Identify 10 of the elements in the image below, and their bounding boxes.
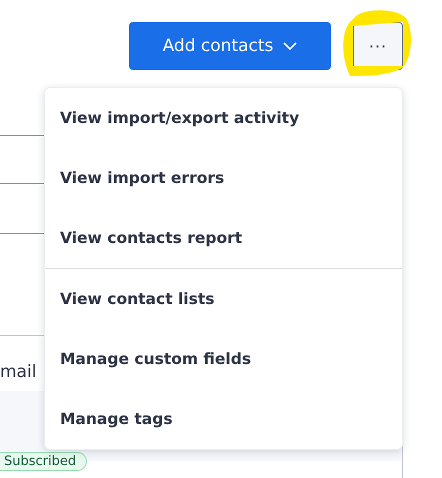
chevron-down-icon bbox=[283, 42, 298, 50]
menu-item[interactable]: View contacts report bbox=[45, 208, 402, 268]
menu-item[interactable]: View import/export activity bbox=[45, 88, 402, 148]
menu-item[interactable]: Manage custom fields bbox=[45, 329, 402, 389]
menu-item[interactable]: View contact lists bbox=[45, 269, 402, 329]
menu-item[interactable]: View import errors bbox=[45, 148, 402, 208]
menu-item[interactable]: Manage tags bbox=[45, 389, 402, 449]
status-badge: Subscribed bbox=[0, 452, 88, 471]
add-contacts-button[interactable]: Add contacts bbox=[129, 22, 331, 70]
column-header: mail bbox=[0, 362, 36, 382]
